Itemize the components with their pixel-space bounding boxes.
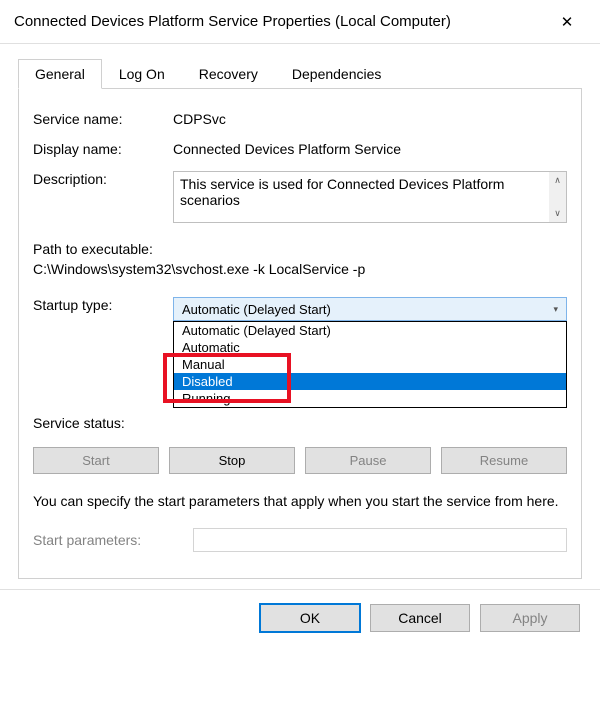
label-service-name: Service name: [33, 111, 173, 127]
value-description: This service is used for Connected Devic… [180, 176, 504, 208]
tab-dependencies[interactable]: Dependencies [275, 59, 399, 89]
tab-recovery[interactable]: Recovery [182, 59, 275, 89]
startup-type-dropdown: Automatic (Delayed Start) Automatic Manu… [173, 321, 567, 408]
tab-general[interactable]: General [18, 59, 102, 89]
pause-button: Pause [305, 447, 431, 474]
description-box[interactable]: This service is used for Connected Devic… [173, 171, 567, 223]
content-area: General Log On Recovery Dependencies Ser… [0, 44, 600, 589]
option-running-overlap: Running [174, 390, 566, 407]
label-startup-type: Startup type: [33, 297, 173, 313]
value-service-name: CDPSvc [173, 111, 567, 127]
general-panel: Service name: CDPSvc Display name: Conne… [18, 89, 582, 579]
apply-button: Apply [480, 604, 580, 632]
label-display-name: Display name: [33, 141, 173, 157]
label-description: Description: [33, 171, 173, 187]
tab-logon[interactable]: Log On [102, 59, 182, 89]
info-text: You can specify the start parameters tha… [33, 492, 567, 512]
service-status-row: Service status: [33, 415, 567, 431]
start-button: Start [33, 447, 159, 474]
option-manual[interactable]: Manual [174, 356, 566, 373]
resume-button: Resume [441, 447, 567, 474]
value-display-name: Connected Devices Platform Service [173, 141, 567, 157]
titlebar: Connected Devices Platform Service Prope… [0, 0, 600, 44]
start-parameters-input [193, 528, 567, 552]
footer: OK Cancel Apply [0, 590, 600, 650]
startup-type-combobox[interactable]: Automatic (Delayed Start) ▾ [173, 297, 567, 321]
description-scrollbar[interactable]: ∧ ∨ [549, 172, 566, 222]
value-path: C:\Windows\system32\svchost.exe -k Local… [33, 261, 567, 277]
cancel-button[interactable]: Cancel [370, 604, 470, 632]
option-automatic-delayed[interactable]: Automatic (Delayed Start) [174, 322, 566, 339]
option-automatic[interactable]: Automatic [174, 339, 566, 356]
tabs: General Log On Recovery Dependencies [18, 58, 582, 89]
scroll-down-icon[interactable]: ∨ [554, 205, 561, 222]
window-title: Connected Devices Platform Service Prope… [14, 13, 451, 30]
stop-button[interactable]: Stop [169, 447, 295, 474]
ok-button[interactable]: OK [260, 604, 360, 632]
chevron-down-icon: ▾ [553, 304, 558, 315]
option-disabled[interactable]: Disabled [174, 373, 566, 390]
label-path: Path to executable: [33, 241, 567, 257]
label-start-parameters: Start parameters: [33, 532, 193, 548]
scroll-up-icon[interactable]: ∧ [554, 172, 561, 189]
close-button[interactable]: ✕ [546, 7, 588, 37]
startup-selected: Automatic (Delayed Start) [182, 302, 331, 317]
label-service-status: Service status: [33, 415, 173, 431]
